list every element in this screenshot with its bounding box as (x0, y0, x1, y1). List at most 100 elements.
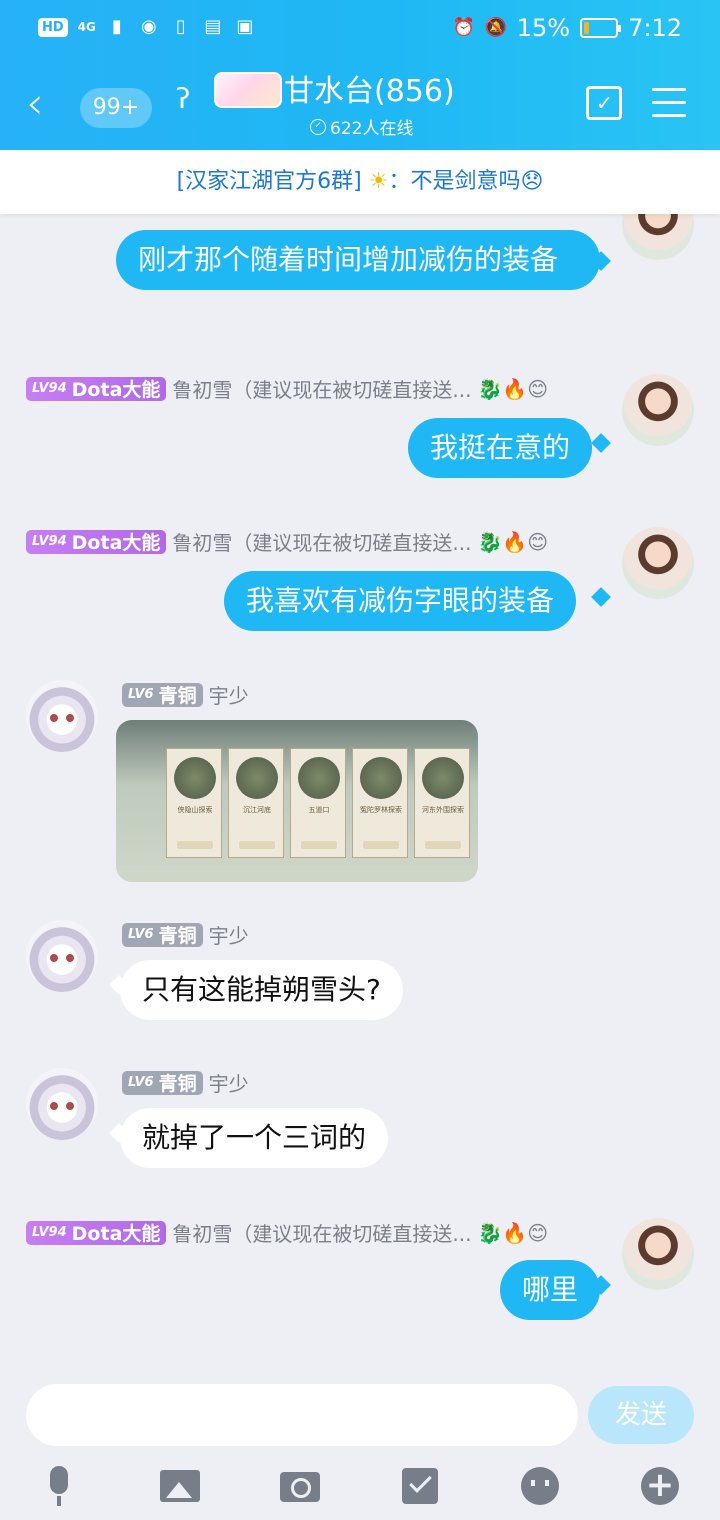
message-bubble[interactable]: 刚才那个随着时间增加减伤的装备 (116, 230, 600, 290)
badge-title: Dota大能 (71, 532, 161, 554)
clock: 7:12 (628, 14, 682, 42)
battery-icon (580, 18, 622, 38)
message-bubble[interactable]: 我喜欢有减伤字眼的装备 (224, 571, 577, 631)
sender-name[interactable]: 鲁初雪（建议现在被切磋直接送... (172, 1218, 471, 1247)
image-card: 五道口 (290, 748, 346, 858)
mute-icon: 🔕 (484, 17, 508, 38)
image-card-label: 沉江河底 (243, 806, 271, 814)
level-badge: LV94 Dota大能 (26, 529, 167, 554)
nav-bar: ‹ 99+ ʔ 甘水台(856) ✓ 622人在线 (0, 62, 720, 150)
sender-name[interactable]: 宇少 (209, 1068, 249, 1097)
level-badge: LV94 Dota大能 (26, 376, 167, 401)
avatar[interactable] (26, 680, 98, 752)
battery-percent: 15% (516, 14, 571, 42)
image-card-label: 冤陀罗林探索 (360, 806, 402, 814)
red-packet-icon[interactable] (398, 1464, 442, 1508)
image-card: 沉江河底 (228, 748, 284, 858)
status-bar: HD 4G ▮ ◉ ▯ ▤ ▣ ⏰ 🔕 15% 7:12 (0, 0, 720, 62)
network-type: 4G (77, 20, 96, 34)
ear-icon[interactable]: ʔ (176, 82, 190, 115)
level-text: LV6 (128, 1075, 154, 1090)
calendar-check-icon[interactable] (586, 86, 622, 120)
signal-icon: ▮ (111, 16, 122, 37)
sender-name[interactable]: 宇少 (209, 680, 249, 709)
image-card-label: 河东外围探索 (422, 806, 464, 814)
message-bubble[interactable]: 只有这能掉朔雪头? (120, 960, 403, 1020)
decoration-icons: 🐉🔥😊 (477, 529, 549, 554)
level-text: LV94 (32, 534, 67, 549)
decoration-icons: 🐉🔥😊 (477, 1220, 549, 1245)
badge-title: 青铜 (158, 1073, 197, 1095)
level-text: LV6 (128, 927, 154, 942)
image-card-label: 五道口 (308, 806, 330, 814)
pinned-notice[interactable]: [汉家江湖官方6群] ☀：不是剑意吗😞 (0, 150, 720, 214)
message-bubble[interactable]: 就掉了一个三词的 (120, 1108, 389, 1168)
app-icon: ▣ (236, 16, 254, 37)
eye-icon: ◉ (141, 16, 157, 37)
online-check-icon: ✓ (310, 118, 326, 135)
back-icon[interactable]: ‹ (26, 82, 44, 126)
chat-header: HD 4G ▮ ◉ ▯ ▤ ▣ ⏰ 🔕 15% 7:12 ‹ 99+ ʔ 甘水台… (0, 0, 720, 150)
input-toolbar: + (0, 1464, 720, 1514)
message-bubble[interactable]: 我挺在意的 (408, 418, 593, 478)
sender-meta: LV94 Dota大能 鲁初雪（建议现在被切磋直接送... 🐉🔥😊 (26, 527, 548, 556)
input-area: 发送 + (0, 1380, 720, 1520)
level-badge: LV94 Dota大能 (26, 1220, 167, 1245)
unread-count[interactable]: 99+ (80, 88, 152, 128)
message-input[interactable] (26, 1384, 578, 1446)
level-text: LV94 (32, 381, 67, 396)
message-list[interactable]: 刚才那个随着时间增加减伤的装备 LV94 Dota大能 鲁初雪（建议现在被切磋直接… (0, 150, 720, 1380)
online-count: ✓ 622人在线 (310, 114, 413, 139)
decoration-icons: 🐉🔥😊 (477, 376, 549, 401)
badge-title: Dota大能 (71, 379, 161, 401)
status-right: ⏰ 🔕 15% 7:12 (453, 14, 682, 42)
image-card: 侠隐山探索 (166, 748, 222, 858)
image-card-label: 侠隐山探索 (177, 806, 213, 814)
battery-fill (584, 22, 590, 34)
level-text: LV6 (128, 687, 154, 702)
avatar[interactable] (26, 1068, 98, 1140)
sender-meta: LV94 Dota大能 鲁初雪（建议现在被切磋直接送... 🐉🔥😊 (26, 1218, 548, 1247)
level-text: LV94 (32, 1225, 67, 1240)
image-card: 河东外围探索 (414, 748, 470, 858)
bubble-tail (591, 433, 611, 453)
sender-meta: LV6 青铜 宇少 (122, 680, 249, 709)
sender-meta: LV6 青铜 宇少 (122, 920, 249, 949)
battery-alert-icon: ▯ (175, 16, 186, 37)
sender-name[interactable]: 鲁初雪（建议现在被切磋直接送... (172, 374, 471, 403)
group-avatar[interactable] (214, 72, 282, 108)
level-badge: LV6 青铜 (122, 1070, 203, 1095)
avatar[interactable] (622, 527, 694, 599)
level-badge: LV6 青铜 (122, 682, 203, 707)
online-text: 622人在线 (330, 119, 414, 139)
badge-title: Dota大能 (71, 1223, 161, 1245)
sender-meta: LV94 Dota大能 鲁初雪（建议现在被切磋直接送... 🐉🔥😊 (26, 374, 548, 403)
menu-icon[interactable] (652, 88, 686, 127)
image-icon[interactable] (158, 1464, 202, 1508)
plus-icon[interactable]: + (638, 1464, 682, 1508)
avatar[interactable] (622, 1218, 694, 1290)
book-icon: ▤ (204, 16, 222, 37)
sender-name[interactable]: 鲁初雪（建议现在被切磋直接送... (172, 527, 471, 556)
level-badge: LV6 青铜 (122, 922, 203, 947)
notice-group: [汉家江湖官方6群] (176, 169, 362, 194)
bubble-tail (591, 587, 611, 607)
hd-badge: HD (38, 17, 68, 37)
notice-text: ：不是剑意吗😞 (388, 169, 544, 194)
send-button[interactable]: 发送 (588, 1386, 694, 1444)
image-message[interactable]: 侠隐山探索 沉江河底 五道口 冤陀罗林探索 河东外围探索 (116, 720, 478, 882)
group-title[interactable]: 甘水台(856) (284, 74, 455, 110)
badge-title: 青铜 (158, 685, 197, 707)
sender-meta: LV6 青铜 宇少 (122, 1068, 249, 1097)
avatar[interactable] (26, 920, 98, 992)
badge-title: 青铜 (158, 925, 197, 947)
image-card: 冤陀罗林探索 (352, 748, 408, 858)
mic-icon[interactable] (38, 1464, 82, 1508)
emoji-icon[interactable] (518, 1464, 562, 1508)
avatar[interactable] (622, 374, 694, 446)
message-bubble[interactable]: 哪里 (500, 1260, 601, 1320)
alarm-icon: ⏰ (452, 17, 476, 38)
camera-icon[interactable] (278, 1464, 322, 1508)
sender-name[interactable]: 宇少 (209, 920, 249, 949)
sun-icon: ☀ (368, 169, 389, 194)
